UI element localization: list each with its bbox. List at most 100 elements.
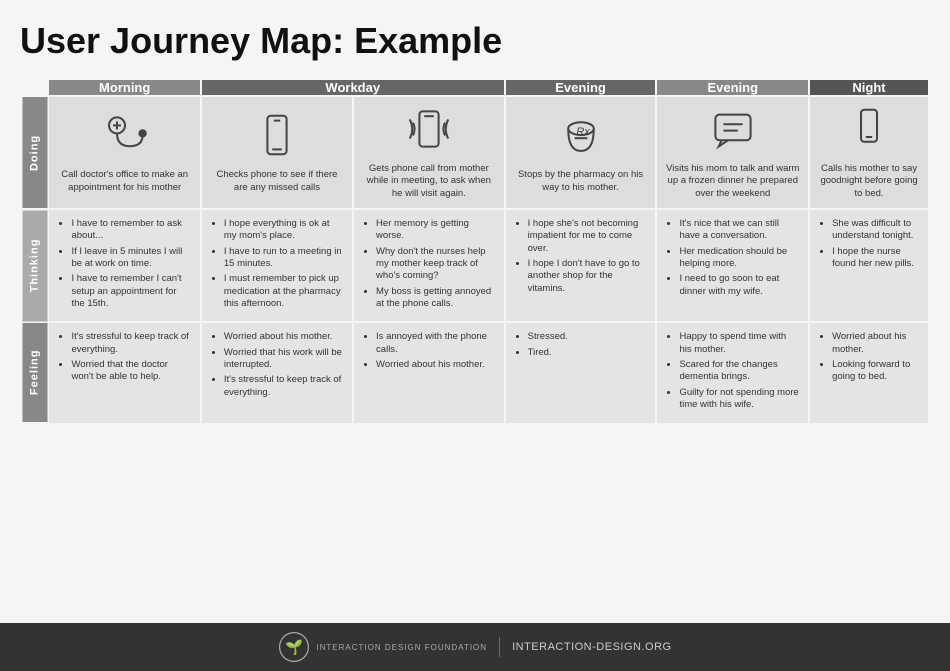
pharmacy-icon: Rx [557, 111, 605, 159]
doing-label: Doing [21, 96, 48, 209]
list-item: My boss is getting annoyed at the phone … [376, 286, 496, 311]
feeling-night-list: Worried about his mother. Looking forwar… [818, 331, 920, 383]
list-item: Is annoyed with the phone calls. [376, 331, 496, 356]
list-item: Worried that the doctor won't be able to… [71, 359, 191, 384]
thinking-night-list: She was difficult to understand tonight.… [818, 218, 920, 270]
list-item: I have to remember to ask about... [71, 218, 191, 243]
doing-morning: Call doctor's office to make an appointm… [48, 96, 200, 209]
doing-row: Doing Call doctor's office to make an ap… [21, 96, 929, 209]
list-item: Happy to spend time with his mother. [679, 331, 800, 356]
phase-morning: Morning [48, 79, 200, 96]
list-item: Why don't the nurses help my mother keep… [376, 246, 496, 283]
doing-evening: Visits his mom to talk and warm up a fro… [656, 96, 809, 209]
thinking-pharmacy: I hope she's not becoming impatient for … [505, 209, 657, 322]
doing-workday2-icon-area: Gets phone call from mother while in mee… [362, 105, 496, 200]
footer-logo: 🌱 INTERACTION DESIGN FOUNDATION [278, 631, 487, 663]
corner-cell [21, 79, 48, 96]
phase-evening: Evening [656, 79, 809, 96]
thinking-label: Thinking [21, 209, 48, 322]
feeling-pharmacy-list: Stressed. Tired. [514, 331, 648, 359]
list-item: I hope she's not becoming impatient for … [528, 218, 648, 255]
thinking-morning: I have to remember to ask about... If I … [48, 209, 200, 322]
list-item: Worried that his work will be interrupte… [224, 347, 344, 372]
list-item: I hope the nurse found her new pills. [832, 246, 920, 271]
list-item: Scared for the changes dementia brings. [679, 359, 800, 384]
thinking-night: She was difficult to understand tonight.… [809, 209, 929, 322]
doing-workday1-icon-area: Checks phone to see if there are any mis… [210, 111, 344, 194]
doing-workday2: Gets phone call from mother while in mee… [353, 96, 505, 209]
thinking-workday1-list: I hope everything is ok at my mom's plac… [210, 218, 344, 310]
list-item: It's stressful to keep track of everythi… [71, 331, 191, 356]
phase-evening-shop: Evening [505, 79, 657, 96]
feeling-workday2-list: Is annoyed with the phone calls. Worried… [362, 331, 496, 371]
doing-workday1-description: Checks phone to see if there are any mis… [210, 169, 344, 194]
foundation-label: INTERACTION DESIGN FOUNDATION [316, 643, 487, 652]
feeling-label: Feeling [21, 322, 48, 423]
feeling-workday1: Worried about his mother. Worried that h… [201, 322, 353, 423]
page-title: User Journey Map: Example [20, 20, 930, 62]
doing-pharmacy: Rx Stops by the pharmacy on his way to h… [505, 96, 657, 209]
phase-workday: Workday [201, 79, 505, 96]
footer-url: INTERACTION-DESIGN.ORG [512, 641, 672, 653]
svg-text:🌱: 🌱 [285, 639, 303, 656]
feeling-workday2: Is annoyed with the phone calls. Worried… [353, 322, 505, 423]
footer-divider [499, 637, 500, 657]
list-item: I hope everything is ok at my mom's plac… [224, 218, 344, 243]
footer: 🌱 INTERACTION DESIGN FOUNDATION INTERACT… [0, 623, 950, 671]
doing-pharmacy-icon-area: Rx Stops by the pharmacy on his way to h… [514, 111, 648, 194]
feeling-evening-list: Happy to spend time with his mother. Sca… [665, 331, 800, 411]
list-item: Tired. [528, 347, 648, 359]
thinking-evening-list: It's nice that we can still have a conve… [665, 218, 800, 298]
doing-night-icon-area: Calls his mother to say goodnight before… [818, 105, 920, 200]
chat-icon [709, 105, 757, 153]
list-item: Her medication should be helping more. [679, 246, 800, 271]
stethoscope-icon [101, 111, 149, 159]
doing-morning-icon-area: Call doctor's office to make an appointm… [57, 111, 191, 194]
doing-night: Calls his mother to say goodnight before… [809, 96, 929, 209]
list-item: It's stressful to keep track of everythi… [224, 374, 344, 399]
doing-workday1: Checks phone to see if there are any mis… [201, 96, 353, 209]
feeling-night: Worried about his mother. Looking forwar… [809, 322, 929, 423]
doing-pharmacy-description: Stops by the pharmacy on his way to his … [514, 169, 648, 194]
list-item: Worried about his mother. [832, 331, 920, 356]
list-item: Guilty for not spending more time with h… [679, 387, 800, 412]
thinking-pharmacy-list: I hope she's not becoming impatient for … [514, 218, 648, 295]
foundation-logo-icon: 🌱 [278, 631, 310, 663]
list-item: She was difficult to understand tonight. [832, 218, 920, 243]
main-container: User Journey Map: Example Morning Workda… [0, 0, 950, 623]
list-item: I have to run to a meeting in 15 minutes… [224, 246, 344, 271]
doing-evening-description: Visits his mom to talk and warm up a fro… [665, 163, 800, 200]
thinking-evening: It's nice that we can still have a conve… [656, 209, 809, 322]
list-item: Worried about his mother. [376, 359, 496, 371]
feeling-morning: It's stressful to keep track of everythi… [48, 322, 200, 423]
feeling-pharmacy: Stressed. Tired. [505, 322, 657, 423]
doing-evening-icon-area: Visits his mom to talk and warm up a fro… [665, 105, 800, 200]
thinking-row: Thinking I have to remember to ask about… [21, 209, 929, 322]
thinking-workday2-list: Her memory is getting worse. Why don't t… [362, 218, 496, 310]
list-item: If I leave in 5 minutes I will be at wor… [71, 246, 191, 271]
doing-workday2-description: Gets phone call from mother while in mee… [362, 163, 496, 200]
feeling-evening: Happy to spend time with his mother. Sca… [656, 322, 809, 423]
list-item: Worried about his mother. [224, 331, 344, 343]
thinking-workday2: Her memory is getting worse. Why don't t… [353, 209, 505, 322]
phone-simple-icon [845, 105, 893, 153]
svg-text:Rx: Rx [576, 126, 590, 138]
list-item: I must remember to pick up medication at… [224, 273, 344, 310]
feeling-row: Feeling It's stressful to keep track of … [21, 322, 929, 423]
list-item: Her memory is getting worse. [376, 218, 496, 243]
phase-night: Night [809, 79, 929, 96]
list-item: Stressed. [528, 331, 648, 343]
doing-morning-description: Call doctor's office to make an appointm… [57, 169, 191, 194]
phone-icon [253, 111, 301, 159]
feeling-workday1-list: Worried about his mother. Worried that h… [210, 331, 344, 399]
list-item: I have to remember I can't setup an appo… [71, 273, 191, 310]
journey-map-table: Morning Workday Evening Evening Night Do… [20, 78, 930, 425]
feeling-morning-list: It's stressful to keep track of everythi… [57, 331, 191, 383]
doing-night-description: Calls his mother to say goodnight before… [818, 163, 920, 200]
list-item: I hope I don't have to go to another sho… [528, 258, 648, 295]
thinking-workday1: I hope everything is ok at my mom's plac… [201, 209, 353, 322]
thinking-morning-list: I have to remember to ask about... If I … [57, 218, 191, 310]
list-item: Looking forward to going to bed. [832, 359, 920, 384]
list-item: It's nice that we can still have a conve… [679, 218, 800, 243]
phone-ringing-icon [405, 105, 453, 153]
